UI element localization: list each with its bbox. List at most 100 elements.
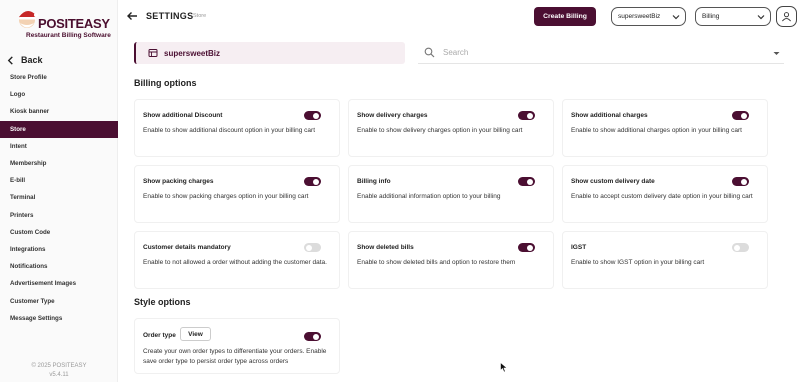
option-description: Enable to show additional discount optio…	[143, 127, 315, 134]
search-icon	[424, 47, 435, 58]
option-title: Show additional Discount	[143, 112, 223, 119]
option-card-show-deleted-bills: Show deleted bills Enable to show deleted…	[348, 231, 554, 289]
toggle-knob	[734, 244, 740, 251]
app-logo: POSITEASY Restaurant Billing Software	[8, 3, 112, 45]
toggle-knob	[313, 112, 319, 119]
page-title: SETTINGS	[146, 11, 194, 21]
page-subtitle: Store	[193, 13, 207, 19]
back-label: Back	[21, 55, 43, 65]
option-title: IGST	[571, 244, 587, 251]
store-select-value: supersweetBiz	[618, 13, 661, 20]
sidebar-item-customer-type[interactable]: Customer Type	[0, 292, 118, 309]
option-card-show-packing-charges: Show packing charges Enable to show packi…	[134, 165, 340, 223]
top-bar: SETTINGS Store Create Billing supersweet…	[118, 0, 800, 34]
option-toggle[interactable]	[732, 177, 749, 186]
view-order-types-button[interactable]: View	[180, 327, 211, 341]
sidebar-item-printers[interactable]: Printers	[0, 207, 118, 224]
option-description: Enable additional information option to …	[357, 193, 501, 200]
option-card-show-custom-delivery-date: Show custom delivery date Enable to accep…	[562, 165, 768, 223]
option-title: Show additional charges	[571, 112, 648, 119]
billing-options-title: Billing options	[134, 78, 197, 88]
order-type-toggle[interactable]	[304, 332, 321, 341]
toggle-knob	[527, 178, 533, 185]
option-toggle[interactable]	[304, 177, 321, 186]
sidebar-item-notifications[interactable]: Notifications	[0, 258, 118, 275]
toggle-knob	[527, 244, 533, 251]
toggle-knob	[741, 112, 747, 119]
create-billing-button[interactable]: Create Billing	[534, 7, 596, 26]
caret-down-icon[interactable]	[773, 50, 780, 57]
option-title: Show custom delivery date	[571, 178, 655, 185]
option-description: Enable to show deleted bills and option …	[357, 259, 516, 266]
search-input[interactable]	[443, 48, 763, 57]
sidebar-item-message-settings[interactable]: Message Settings	[0, 310, 118, 327]
mode-select-value: Billing	[702, 13, 720, 20]
option-card-order-type: Order type View Create your own order ty…	[134, 318, 340, 374]
option-card-customer-details-mandatory: Customer details mandatory Enable to not …	[134, 231, 340, 289]
arrow-left-icon[interactable]	[126, 10, 138, 22]
option-toggle[interactable]	[518, 243, 535, 252]
option-description: Enable to show delivery charges option i…	[357, 127, 523, 134]
option-card-show-delivery-charges: Show delivery charges Enable to show deli…	[348, 99, 554, 157]
mode-select[interactable]: Billing	[695, 7, 771, 26]
option-card-show-additional-discount: Show additional Discount Enable to show a…	[134, 99, 340, 157]
option-toggle[interactable]	[732, 111, 749, 120]
sidebar-item-store-profile[interactable]: Store Profile	[0, 69, 118, 86]
option-description: Enable to accept custom delivery date op…	[571, 193, 753, 200]
logo-subtitle: Restaurant Billing Software	[26, 32, 111, 39]
option-title: Show delivery charges	[357, 112, 428, 119]
option-card-billing-info: Billing info Enable additional informatio…	[348, 165, 554, 223]
logo-brand: POSITEASY	[38, 16, 110, 31]
copyright-text: © 2025 POSITEASY	[31, 363, 87, 369]
option-card-show-additional-charges: Show additional charges Enable to show ad…	[562, 99, 768, 157]
sidebar-item-custom-code[interactable]: Custom Code	[0, 224, 118, 241]
option-toggle[interactable]	[732, 243, 749, 252]
sidebar-item-kiosk-banner[interactable]: Kiosk banner	[0, 103, 118, 120]
user-menu-button[interactable]	[776, 6, 797, 27]
option-title: Customer details mandatory	[143, 244, 231, 251]
store-chip[interactable]: supersweetBiz	[134, 42, 405, 64]
option-title: Show packing charges	[143, 178, 214, 185]
toggle-knob	[313, 178, 319, 185]
toggle-knob	[527, 112, 533, 119]
option-toggle[interactable]	[518, 111, 535, 120]
option-description: Enable to not allowed a order without ad…	[143, 259, 327, 266]
option-description: Enable to show IGST option in your billi…	[571, 259, 705, 266]
option-description: Enable to show packing charges option in…	[143, 193, 309, 200]
option-toggle[interactable]	[304, 111, 321, 120]
option-toggle[interactable]	[518, 177, 535, 186]
sidebar-item-membership[interactable]: Membership	[0, 155, 118, 172]
option-card-igst: IGST Enable to show IGST option in your b…	[562, 231, 768, 289]
option-title: Billing info	[357, 178, 391, 185]
store-chip-label: supersweetBiz	[164, 48, 221, 58]
user-settings-icon	[782, 12, 791, 22]
sidebar: POSITEASY Restaurant Billing Software Ba…	[0, 0, 118, 382]
sidebar-item-advertisement-images[interactable]: Advertisement Images	[0, 275, 118, 292]
sidebar-item-terminal[interactable]: Terminal	[0, 189, 118, 206]
sidebar-item-store[interactable]: Store	[0, 120, 118, 138]
store-icon	[148, 49, 158, 57]
version-text: v5.4.11	[49, 372, 69, 378]
chevron-down-icon	[672, 14, 680, 19]
sidebar-footer: © 2025 POSITEASY v5.4.11	[0, 362, 118, 380]
sidebar-item-integrations[interactable]: Integrations	[0, 241, 118, 258]
sidebar-item-e-bill[interactable]: E-bill	[0, 172, 118, 189]
sidebar-item-logo[interactable]: Logo	[0, 86, 118, 103]
toggle-knob	[741, 178, 747, 185]
toggle-knob	[313, 333, 319, 340]
style-options-title: Style options	[134, 297, 191, 307]
option-description: Enable to show additional charges option…	[571, 127, 742, 134]
chevron-left-icon	[7, 55, 13, 65]
option-title: Show deleted bills	[357, 244, 414, 251]
santa-icon	[19, 10, 38, 28]
chevron-down-icon	[757, 14, 765, 19]
option-description: Create your own order types to different…	[143, 348, 327, 365]
store-select[interactable]: supersweetBiz	[611, 7, 686, 26]
sidebar-nav: Store Profile Logo Kiosk banner Store Intent…	[0, 69, 118, 327]
mouse-cursor-icon	[500, 362, 508, 373]
toggle-knob	[306, 244, 312, 251]
back-link[interactable]: Back	[6, 55, 43, 65]
option-toggle[interactable]	[304, 243, 321, 252]
sidebar-item-intent[interactable]: Intent	[0, 138, 118, 155]
search-bar	[418, 42, 784, 64]
